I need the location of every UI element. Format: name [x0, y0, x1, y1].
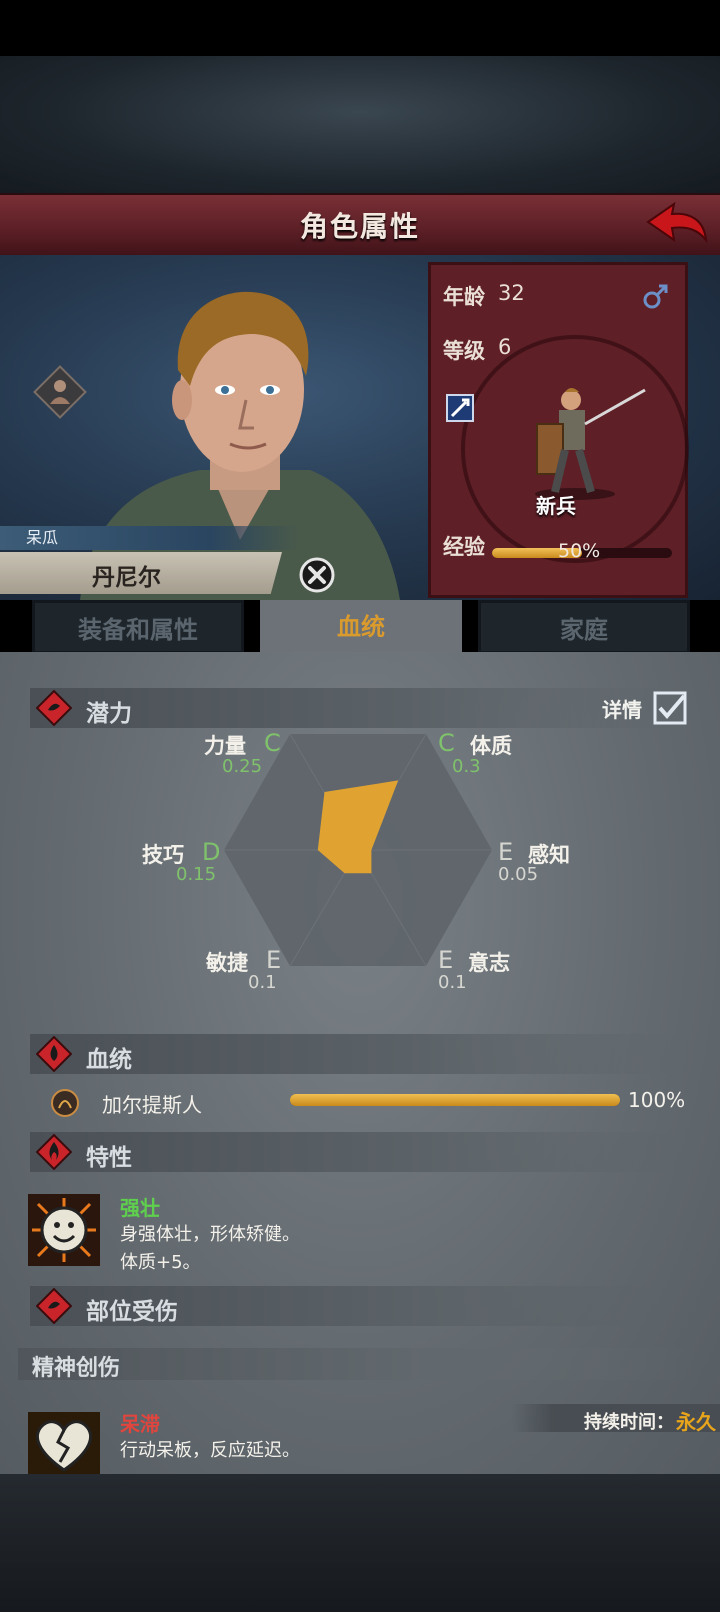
details-checkbox[interactable] — [652, 690, 688, 726]
bloodline-title: 血统 — [86, 1047, 132, 1073]
traits-header: 特性 — [30, 1132, 690, 1172]
level-label: 等级 — [443, 339, 485, 363]
sword-skill-icon[interactable] — [446, 394, 474, 422]
stat-agility-value: 0.1 — [248, 972, 277, 993]
stat-agility-name: 敏捷 — [206, 951, 248, 975]
tab-equipment[interactable]: 装备和属性 — [32, 600, 244, 654]
stat-constitution-grade: C — [438, 729, 455, 757]
strong-trait-icon[interactable] — [28, 1194, 100, 1266]
rank-label: 新兵 — [536, 494, 576, 518]
potential-title: 潜力 — [86, 701, 132, 727]
potential-header: 潜力 — [30, 688, 690, 728]
stat-will-grade: E — [438, 946, 454, 974]
duration-label: 持续时间： — [584, 1412, 674, 1433]
bloodline-emblem-icon — [51, 1089, 79, 1117]
top-backdrop — [0, 56, 720, 196]
level-value: 6 — [498, 335, 512, 359]
details-label: 详情 — [602, 698, 642, 722]
stat-strength-value: 0.25 — [222, 756, 263, 777]
stat-constitution-value: 0.3 — [452, 756, 481, 777]
stat-strength-grade: C — [264, 729, 281, 757]
character-name: 丹尼尔 — [92, 565, 161, 591]
stat-perception-grade: E — [498, 838, 514, 866]
age-value: 32 — [498, 281, 525, 305]
exp-percent: 50% — [558, 540, 601, 562]
potential-icon — [36, 690, 72, 726]
name-plate[interactable]: 丹尼尔 — [0, 552, 282, 594]
blood-drop-icon — [36, 1036, 72, 1072]
bloodline-bar-fill — [290, 1094, 620, 1106]
injuries-header: 部位受伤 — [30, 1286, 690, 1326]
injury-icon — [36, 1288, 72, 1324]
male-icon — [643, 284, 668, 309]
mental-trauma-title: 精神创伤 — [32, 1356, 121, 1381]
tab-family[interactable]: 家庭 — [478, 600, 690, 654]
trait-desc: 身强体壮，形体矫健。 — [120, 1224, 300, 1245]
dismiss-icon[interactable] — [298, 556, 336, 594]
broken-heart-icon[interactable] — [28, 1412, 100, 1474]
exp-label: 经验 — [443, 535, 485, 559]
stat-will-value: 0.1 — [438, 972, 467, 993]
bloodline-percent: 100% — [628, 1088, 686, 1112]
mental-trauma-header: 精神创伤 — [18, 1348, 698, 1381]
flame-icon — [36, 1134, 72, 1170]
title-bar: 角色属性 — [0, 193, 720, 260]
injuries-title: 部位受伤 — [86, 1299, 178, 1325]
tab-bloodline[interactable]: 血统 — [260, 600, 462, 654]
bloodline-header: 血统 — [30, 1034, 690, 1074]
duration-value: 永久 — [676, 1410, 716, 1434]
stat-will-name: 意志 — [468, 951, 510, 975]
trait-effect: 体质+5。 — [120, 1252, 201, 1273]
stat-agility-grade: E — [266, 946, 282, 974]
bloodline-name: 加尔提斯人 — [102, 1093, 202, 1117]
stat-skill-grade: D — [202, 838, 221, 866]
back-arrow-icon[interactable] — [644, 200, 708, 248]
soldier-figure — [535, 388, 646, 500]
injury-name: 呆滞 — [120, 1412, 160, 1436]
injury-desc: 行动呆板，反应延迟。 — [120, 1440, 300, 1461]
trait-name: 强壮 — [120, 1196, 160, 1220]
age-label: 年龄 — [443, 285, 485, 309]
bloodline-content: 潜力 详情 力量 C 0.25 C 体质 0.3 E 感知 0.05 E 意志 … — [0, 652, 720, 1474]
traits-title: 特性 — [86, 1145, 132, 1171]
stat-perception-value: 0.05 — [498, 864, 539, 885]
status-bar-area — [0, 0, 720, 56]
page-title: 角色属性 — [299, 210, 420, 243]
bottom-backdrop — [0, 1474, 720, 1612]
stat-skill-value: 0.15 — [176, 864, 217, 885]
nickname: 呆瓜 — [0, 526, 300, 550]
